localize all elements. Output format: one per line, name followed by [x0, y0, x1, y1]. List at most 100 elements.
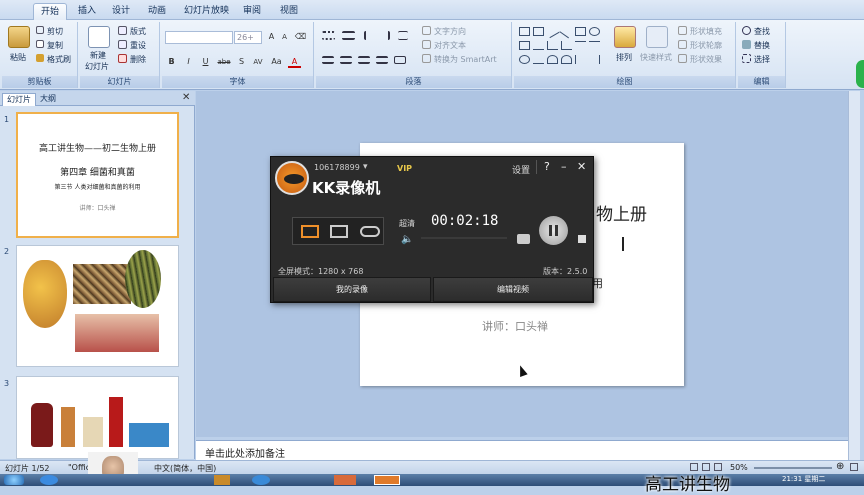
rect2-shape-icon[interactable]	[575, 27, 586, 36]
freeform-shape-icon[interactable]	[533, 55, 544, 64]
convert-smartart-button[interactable]: 转换为 SmartArt	[434, 54, 497, 65]
shape-fill-button[interactable]: 形状填充	[690, 26, 722, 37]
kk-help-button[interactable]: ?	[544, 160, 550, 173]
kk-close-button[interactable]: ✕	[577, 160, 586, 173]
find-button[interactable]: 查找	[754, 26, 770, 37]
slide-thumbnail-1[interactable]: 高工讲生物——初二生物上册 第四章 细菌和真菌 第三节 人类对细菌和真菌的利用 …	[16, 112, 179, 238]
replace-button[interactable]: 替换	[754, 40, 770, 51]
shadow-button[interactable]: S	[235, 56, 248, 68]
line-shape-icon[interactable]	[545, 24, 560, 39]
rectangle-shape-icon[interactable]	[519, 27, 530, 36]
select-button[interactable]: 选择	[754, 54, 770, 65]
align-text-button[interactable]: 对齐文本	[434, 40, 466, 51]
format-painter-button[interactable]: 格式刷	[47, 54, 71, 65]
tab-outline[interactable]: 大纲	[36, 93, 60, 106]
shrink-font-icon[interactable]: A	[278, 31, 291, 43]
tab-insert[interactable]: 插入	[71, 3, 103, 20]
zoom-slider[interactable]	[754, 467, 832, 469]
paste-button[interactable]: 粘贴	[10, 52, 26, 63]
volume-slider[interactable]	[421, 237, 507, 239]
arrow-right-shape-icon[interactable]	[575, 41, 586, 50]
tab-design[interactable]: 设计	[105, 3, 137, 20]
game-mode-icon[interactable]	[360, 226, 380, 237]
brace-shape-icon[interactable]	[575, 55, 586, 64]
columns-icon[interactable]	[394, 56, 406, 64]
font-name-combo[interactable]	[165, 31, 233, 44]
bold-button[interactable]: B	[165, 56, 178, 68]
pause-button[interactable]	[539, 216, 568, 245]
kk-recorder-window[interactable]: 106178899 ▾ VIP KK录像机 设置 ? – ✕ 超清 🔈 00:0…	[270, 156, 594, 303]
vertical-scrollbar[interactable]	[848, 91, 860, 460]
curve-shape-icon[interactable]	[519, 55, 530, 64]
tab-view[interactable]: 视图	[273, 3, 305, 20]
edit-video-button[interactable]: 编辑视频	[433, 277, 593, 302]
taskbar-app-icon[interactable]	[214, 475, 230, 485]
connector-shape-icon[interactable]	[561, 41, 572, 50]
decrease-indent-icon[interactable]	[364, 31, 374, 40]
cut-button[interactable]: 剪切	[47, 26, 63, 37]
ie-icon[interactable]	[40, 475, 58, 485]
copy-button[interactable]: 复制	[47, 40, 63, 51]
align-right-icon[interactable]	[358, 56, 370, 64]
text-direction-button[interactable]: 文字方向	[434, 26, 466, 37]
textbox-shape-icon[interactable]	[533, 27, 544, 36]
notes-pane[interactable]: 单击此处添加备注	[196, 440, 848, 460]
brace2-shape-icon[interactable]	[589, 55, 600, 64]
kk-quality[interactable]: 超清	[399, 218, 415, 229]
grow-font-icon[interactable]: A	[265, 31, 278, 43]
quick-styles-button[interactable]: 快速样式	[640, 52, 672, 63]
tab-slides[interactable]: 幻灯片	[2, 93, 36, 106]
screenshot-icon[interactable]	[517, 234, 530, 244]
slide-thumbnail-2[interactable]	[16, 245, 179, 367]
tab-animations[interactable]: 动画	[141, 3, 173, 20]
kk-minimize-button[interactable]: –	[561, 160, 567, 173]
delete-button[interactable]: 删除	[130, 54, 146, 65]
taskbar-app-icon[interactable]	[252, 475, 270, 485]
account-dropdown-icon[interactable]: ▾	[363, 162, 368, 172]
numbering-icon[interactable]	[342, 31, 355, 40]
strikethrough-button[interactable]: abe	[216, 56, 232, 68]
elbow-shape-icon[interactable]	[547, 41, 558, 50]
align-center-icon[interactable]	[340, 56, 352, 64]
change-case-button[interactable]: Aa	[269, 56, 284, 68]
layout-button[interactable]: 版式	[130, 26, 146, 37]
close-panel-icon[interactable]: ✕	[182, 92, 190, 103]
increase-indent-icon[interactable]	[380, 31, 390, 40]
zoom-in-icon[interactable]: ⊕	[836, 461, 844, 472]
start-button-icon[interactable]	[4, 475, 24, 485]
fit-window-icon[interactable]	[850, 463, 858, 471]
new-slide-label-2[interactable]: 幻灯片	[85, 61, 109, 72]
slide-thumbnail-3[interactable]	[16, 376, 179, 459]
kk-settings-button[interactable]: 设置	[512, 163, 530, 176]
wave-shape-icon[interactable]	[561, 55, 572, 64]
kk-taskbar-icon[interactable]	[374, 475, 400, 485]
zoom-level[interactable]: 50%	[730, 463, 748, 472]
tab-home[interactable]: 开始	[33, 3, 68, 20]
arrange-button[interactable]: 排列	[616, 52, 632, 63]
shape-outline-button[interactable]: 形状轮廓	[690, 40, 722, 51]
underline-button[interactable]: U	[199, 56, 212, 68]
arc-shape-icon[interactable]	[547, 55, 558, 64]
reset-button[interactable]: 重设	[130, 40, 146, 51]
volume-icon[interactable]: 🔈	[401, 234, 413, 245]
tab-review[interactable]: 审阅	[236, 3, 268, 20]
char-spacing-button[interactable]: AV	[250, 56, 266, 68]
bullets-icon[interactable]	[322, 31, 335, 40]
clear-format-icon[interactable]: ⌫	[294, 31, 307, 43]
square-shape-icon[interactable]	[519, 41, 530, 50]
italic-button[interactable]: I	[182, 56, 195, 68]
align-left-icon[interactable]	[322, 56, 334, 64]
shape-effects-button[interactable]: 形状效果	[690, 54, 722, 65]
line-spacing-icon[interactable]	[398, 31, 408, 40]
oval-shape-icon[interactable]	[589, 27, 600, 36]
new-slide-label-1[interactable]: 新建	[90, 50, 106, 61]
font-size-combo[interactable]: 26+	[234, 31, 262, 44]
tab-slideshow[interactable]: 幻灯片放映	[177, 3, 236, 20]
triangle-shape-icon[interactable]	[533, 41, 544, 50]
fullscreen-mode-icon[interactable]	[301, 225, 319, 238]
region-mode-icon[interactable]	[330, 225, 348, 238]
font-color-button[interactable]: A	[288, 56, 301, 68]
taskbar-app-icon[interactable]	[334, 475, 356, 485]
my-recordings-button[interactable]: 我的录像	[273, 277, 431, 302]
stop-button[interactable]	[578, 235, 586, 243]
